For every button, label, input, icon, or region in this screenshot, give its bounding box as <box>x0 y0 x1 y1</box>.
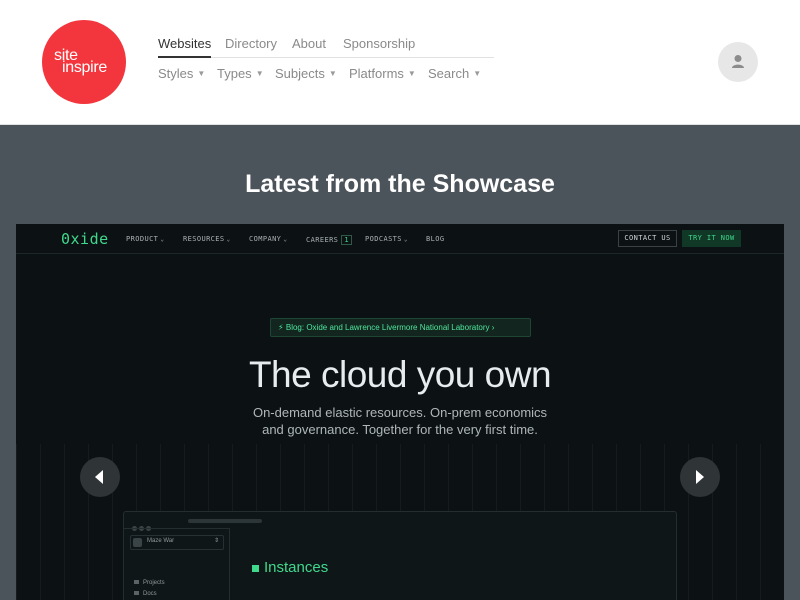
oxide-nav-podcasts: PODCASTS ⌄ <box>365 235 408 243</box>
doc-icon <box>134 591 139 595</box>
chevron-down-icon: ▼ <box>255 69 264 78</box>
nav-about[interactable]: About <box>292 36 326 58</box>
carousel-next-button[interactable] <box>680 457 720 497</box>
instances-icon <box>252 564 259 572</box>
filter-styles-label: Styles <box>158 66 194 81</box>
filter-styles-dropdown[interactable]: Styles ▼ <box>158 66 205 81</box>
chevron-down-icon: ▼ <box>473 69 482 78</box>
chevron-down-icon: ⌄ <box>160 236 165 243</box>
instances-title-label: Instances <box>264 559 329 576</box>
oxide-nav-podcasts-label: PODCASTS <box>365 235 402 243</box>
oxide-nav-resources-label: RESOURCES <box>183 235 225 243</box>
chevron-down-icon: ▼ <box>328 69 337 78</box>
project-switcher: Maze War ⇕ <box>130 535 224 550</box>
oxide-nav-careers-label: CAREERS <box>306 236 339 244</box>
folder-icon <box>134 580 139 584</box>
careers-count-badge: 1 <box>341 235 352 245</box>
user-avatar-button[interactable] <box>718 42 758 82</box>
url-bar <box>188 519 262 523</box>
chevron-down-icon: ⌄ <box>283 236 288 243</box>
oxide-try-button: TRY IT NOW <box>682 230 741 247</box>
filter-types-dropdown[interactable]: Types ▼ <box>217 66 264 81</box>
primary-nav: Websites Directory About Sponsorship <box>158 36 494 58</box>
featured-site-screenshot[interactable]: 0xide PRODUCT ⌄ RESOURCES ⌄ COMPANY ⌄ CAREE… <box>16 224 784 600</box>
avatar-icon <box>133 538 142 547</box>
chevron-right-icon <box>696 470 704 484</box>
chevron-down-icon: ⌄ <box>226 236 231 243</box>
sidebar-link-docs-label: Docs <box>143 591 157 597</box>
nav-sponsorship[interactable]: Sponsorship <box>343 36 415 58</box>
oxide-headline: The cloud you own <box>248 354 552 395</box>
siteinspire-logo[interactable]: site inspire <box>42 20 126 104</box>
oxide-subheadline-line1: On-demand elastic resources. On-prem eco… <box>252 405 548 420</box>
app-sidebar: Maze War ⇕ Projects Docs <box>124 528 230 600</box>
filter-search-label: Search <box>428 66 470 81</box>
oxide-nav-product-label: PRODUCT <box>126 235 159 243</box>
carousel-prev-button[interactable] <box>80 457 120 497</box>
featured-site-nav: 0xide PRODUCT ⌄ RESOURCES ⌄ COMPANY ⌄ CAREE… <box>16 224 784 254</box>
project-name: Maze War <box>147 538 175 544</box>
filter-search-dropdown[interactable]: Search ▼ <box>428 66 481 81</box>
oxide-subheadline: On-demand elastic resources. On-prem eco… <box>16 404 784 438</box>
chevron-updown-icon: ⇕ <box>213 538 219 544</box>
oxide-subheadline-line2: and governance. Together for the very fi… <box>262 422 538 437</box>
filter-types-label: Types <box>217 66 252 81</box>
chevron-down-icon: ▼ <box>407 69 416 78</box>
filter-platforms-label: Platforms <box>349 66 404 81</box>
sidebar-link-projects-label: Projects <box>143 580 165 586</box>
user-icon <box>732 55 744 68</box>
oxide-nav-company-label: COMPANY <box>249 235 282 243</box>
logo-text-inspire: inspire <box>62 59 108 76</box>
showcase-title: Latest from the Showcase <box>245 170 555 198</box>
sidebar-link-projects: Projects <box>134 580 165 586</box>
announcement-text: Blog: Oxide and Lawrence Livermore Natio… <box>285 323 490 332</box>
nav-websites[interactable]: Websites <box>158 36 212 58</box>
oxide-contact-button: CONTACT US <box>618 230 677 247</box>
instances-title: Instances <box>252 559 328 576</box>
chevron-left-icon <box>95 470 103 484</box>
filter-subjects-dropdown[interactable]: Subjects ▼ <box>275 66 337 81</box>
site-header: site inspire Websites Directory About Sp… <box>0 0 800 125</box>
chevron-down-icon: ▼ <box>197 69 206 78</box>
filter-platforms-dropdown[interactable]: Platforms ▼ <box>349 66 416 81</box>
chevron-right-icon: › <box>491 323 495 332</box>
chevron-down-icon: ⌄ <box>403 236 408 243</box>
oxide-logo: 0xide <box>61 230 109 248</box>
oxide-nav-blog: BLOG <box>426 235 445 243</box>
lightning-icon: ⚡ <box>278 323 284 332</box>
filter-subjects-label: Subjects <box>275 66 325 81</box>
oxide-nav-company: COMPANY ⌄ <box>249 235 287 243</box>
sidebar-link-docs: Docs <box>134 591 157 597</box>
announcement-pill: ⚡ Blog: Oxide and Lawrence Livermore Nat… <box>270 318 531 337</box>
nav-directory[interactable]: Directory <box>225 36 277 58</box>
oxide-nav-product: PRODUCT ⌄ <box>126 235 164 243</box>
oxide-nav-resources: RESOURCES ⌄ <box>183 235 231 243</box>
app-preview-window: Maze War ⇕ Projects Docs Instances <box>123 511 677 600</box>
oxide-nav-careers: CAREERS 1 <box>306 235 352 245</box>
